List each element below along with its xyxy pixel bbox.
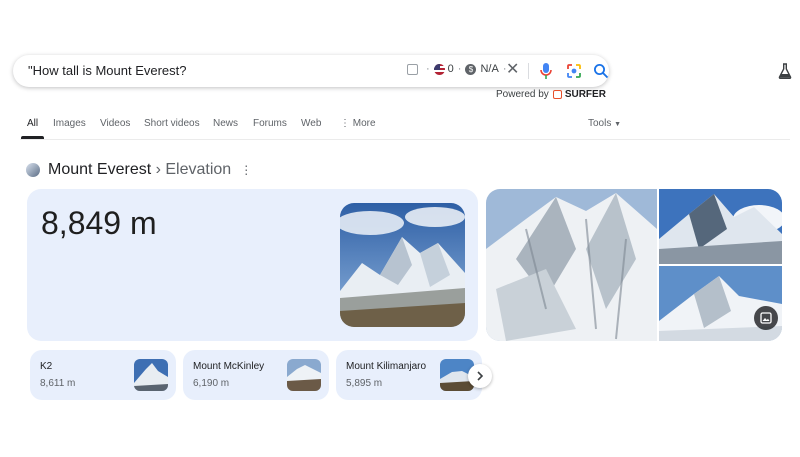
tab-all[interactable]: All	[20, 118, 45, 139]
tools-button[interactable]: Tools ▼	[588, 118, 621, 129]
image-icon[interactable]	[754, 306, 778, 330]
flask-icon[interactable]	[778, 63, 792, 79]
ext-count: 0	[447, 63, 454, 75]
ext-separator: ·	[457, 63, 462, 75]
related-mountain-elevation: 6,190 m	[193, 378, 230, 389]
search-icon[interactable]	[593, 63, 609, 79]
ext-value: N/A	[480, 63, 499, 75]
surfer-logo-icon	[552, 90, 562, 99]
kebab-icon[interactable]: ⋮	[240, 163, 252, 177]
divider	[528, 63, 529, 79]
everest-thumbnail[interactable]	[26, 163, 40, 177]
tab-web[interactable]: Web	[301, 118, 321, 129]
everest-gallery-image[interactable]	[486, 189, 657, 341]
breadcrumb-separator: ›	[151, 161, 166, 178]
lens-icon[interactable]	[566, 63, 582, 79]
tab-videos[interactable]: Videos	[100, 118, 130, 129]
related-mountain-card[interactable]: K2 8,611 m	[30, 350, 176, 400]
powered-by: Powered by SURFER	[496, 89, 606, 100]
ext-separator: ·	[426, 63, 430, 75]
related-mountain-card[interactable]: Mount Kilimanjaro 5,895 m	[336, 350, 482, 400]
powered-by-label: Powered by	[496, 89, 549, 100]
mic-icon[interactable]	[539, 62, 553, 80]
search-input[interactable]: "How tall is Mount Everest?	[28, 63, 187, 78]
elevation-value: 8,849 m	[41, 205, 157, 241]
knowledge-header: Mount Everest › Elevation ⋮	[26, 161, 252, 179]
related-mountain-name: Mount McKinley	[193, 361, 265, 372]
kebab-icon: ⋮	[340, 118, 353, 129]
chevron-right-icon[interactable]	[468, 364, 492, 388]
tab-images[interactable]: Images	[53, 118, 86, 129]
checkbox-icon[interactable]	[407, 63, 418, 75]
related-mountain-name: Mount Kilimanjaro	[346, 361, 427, 372]
tools-label: Tools	[588, 118, 612, 129]
image-gallery	[486, 189, 782, 341]
tab-more[interactable]: ⋮ More	[340, 118, 376, 129]
surfer-extension-stats: · 0 · $ N/A ·	[407, 63, 510, 75]
caret-down-icon: ▼	[614, 121, 622, 128]
tab-forums[interactable]: Forums	[253, 118, 287, 129]
attribute-name: Elevation	[165, 161, 232, 178]
tab-more-label: More	[352, 118, 376, 129]
tab-news[interactable]: News	[213, 118, 238, 129]
related-mountain-elevation: 5,895 m	[346, 378, 383, 389]
tab-short-videos[interactable]: Short videos	[144, 118, 200, 129]
us-flag-icon	[433, 63, 445, 75]
answer-card: 8,849 m	[27, 189, 478, 341]
search-bar[interactable]: "How tall is Mount Everest? · 0 · $ N/A …	[13, 55, 609, 87]
everest-photo[interactable]	[340, 203, 465, 327]
knowledge-title[interactable]: Mount Everest › Elevation	[48, 161, 231, 179]
close-icon[interactable]: ✕	[506, 61, 519, 79]
k2-thumbnail	[134, 359, 168, 391]
dollar-icon: $	[465, 63, 477, 75]
entity-name: Mount Everest	[48, 161, 152, 178]
search-tabs: All Images Videos Short videos News Foru…	[20, 118, 790, 140]
everest-gallery-image[interactable]	[659, 189, 782, 264]
mckinley-thumbnail	[287, 359, 321, 391]
related-mountain-card[interactable]: Mount McKinley 6,190 m	[183, 350, 329, 400]
related-mountain-elevation: 8,611 m	[40, 378, 76, 389]
related-mountain-name: K2	[40, 361, 53, 372]
surfer-brand[interactable]: SURFER	[565, 89, 606, 100]
